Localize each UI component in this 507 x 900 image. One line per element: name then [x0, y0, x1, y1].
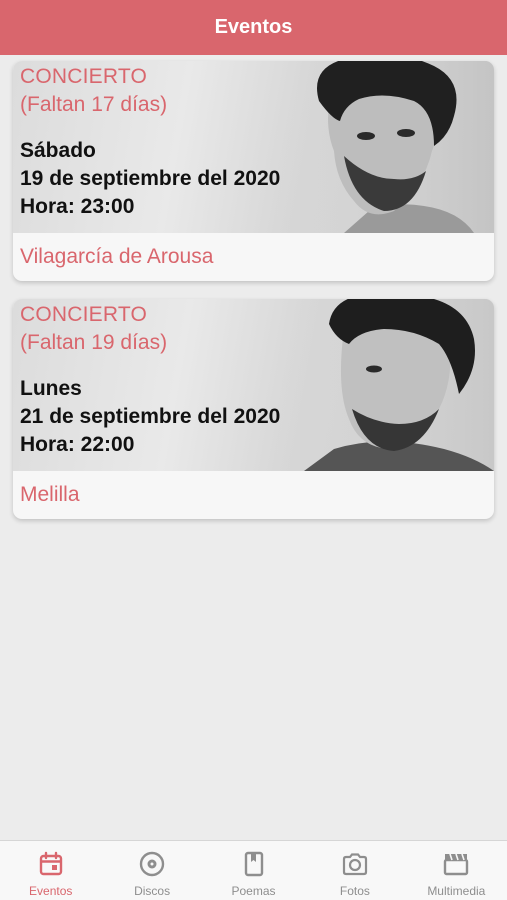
event-countdown: (Faltan 19 días) [20, 331, 168, 354]
tab-discos[interactable]: Discos [101, 841, 202, 900]
event-location: Vilagarcía de Arousa [20, 245, 214, 268]
navigation-bar: Eventos [0, 0, 507, 55]
event-type: CONCIERTO [20, 65, 148, 88]
event-location: Melilla [20, 483, 80, 506]
tab-label: Poemas [231, 884, 276, 898]
artist-photo [274, 61, 494, 233]
event-date: 21 de septiembre del 2020 [20, 405, 281, 428]
camera-icon [342, 853, 368, 876]
tab-label: Discos [134, 884, 171, 898]
event-date: 19 de septiembre del 2020 [20, 167, 281, 190]
book-icon [244, 851, 263, 877]
event-time: Hora: 23:00 [20, 195, 135, 218]
event-time: Hora: 22:00 [20, 433, 135, 456]
tab-label: Fotos [339, 884, 370, 898]
event-details: CONCIERTO (Faltan 19 días) Lunes 21 de s… [20, 301, 280, 459]
event-card[interactable]: CONCIERTO (Faltan 17 días) Sábado 19 de … [13, 61, 494, 281]
tab-multimedia[interactable]: Multimedia [406, 841, 507, 900]
tab-label: Eventos [29, 884, 73, 898]
tab-poemas[interactable]: Poemas [203, 841, 304, 900]
calendar-icon [39, 851, 62, 876]
page-title: Eventos [214, 16, 293, 38]
event-hero: CONCIERTO (Faltan 17 días) Sábado 19 de … [13, 61, 494, 233]
disc-icon [139, 851, 165, 877]
event-card[interactable]: CONCIERTO (Faltan 19 días) Lunes 21 de s… [13, 299, 494, 519]
event-details: CONCIERTO (Faltan 17 días) Sábado 19 de … [20, 63, 280, 221]
event-countdown: (Faltan 17 días) [20, 93, 168, 116]
tab-eventos[interactable]: Eventos [0, 841, 101, 900]
event-day: Lunes [20, 377, 82, 400]
event-hero: CONCIERTO (Faltan 19 días) Lunes 21 de s… [13, 299, 494, 471]
artist-photo [274, 299, 494, 471]
tab-label: Multimedia [427, 884, 486, 898]
tab-fotos[interactable]: Fotos [304, 841, 405, 900]
event-type: CONCIERTO [20, 303, 148, 326]
event-day: Sábado [20, 139, 96, 162]
clapperboard-icon [444, 853, 469, 876]
tab-bar: Eventos Discos Poemas Fotos Multimedia [0, 840, 507, 900]
